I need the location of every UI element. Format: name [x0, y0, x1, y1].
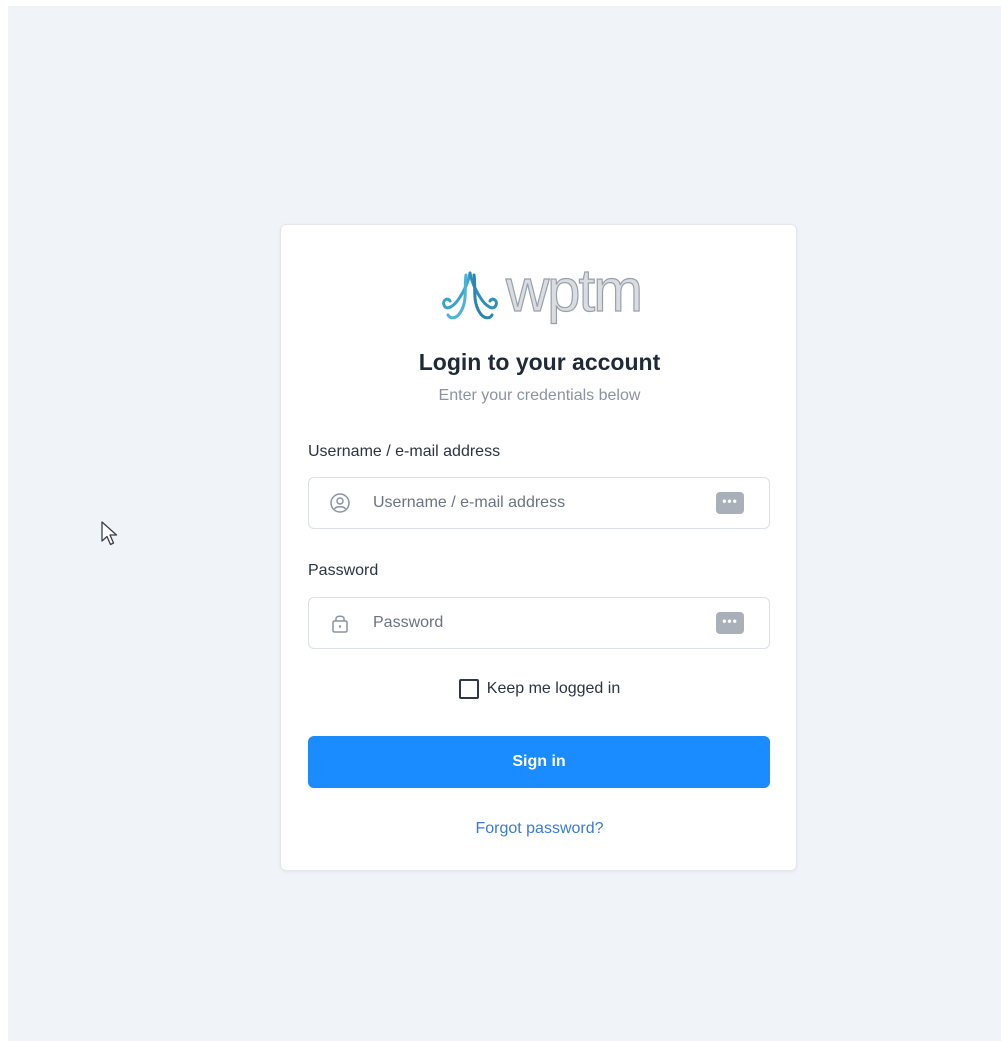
username-label: Username / e-mail address [308, 443, 501, 460]
anchor-hooks-icon [441, 271, 498, 320]
lock-icon [332, 615, 348, 633]
logo-wordmark: wptm [505, 257, 644, 324]
keep-logged-in-option[interactable]: Keep me logged in [281, 679, 798, 699]
password-field[interactable]: ••• [308, 597, 770, 649]
password-manager-icon[interactable]: ••• [716, 612, 744, 634]
password-manager-icon[interactable]: ••• [716, 492, 744, 514]
username-input[interactable] [373, 478, 703, 528]
username-field[interactable]: ••• [308, 477, 770, 529]
page-subtitle: Enter your credentials below [438, 387, 641, 404]
keep-logged-in-label: Keep me logged in [486, 680, 621, 697]
sign-in-button[interactable]: Sign in [308, 736, 770, 788]
forgot-password-link[interactable]: Forgot password? [281, 820, 798, 838]
user-circle-icon [330, 493, 350, 513]
password-input[interactable] [373, 598, 703, 648]
password-label: Password [308, 562, 379, 579]
page-title: Login to your account [418, 349, 661, 375]
login-card: wptm Login to your account Enter your cr… [280, 224, 797, 871]
keep-logged-in-checkbox[interactable] [458, 679, 479, 699]
logo: wptm [281, 257, 798, 327]
mouse-cursor-icon [101, 521, 118, 546]
